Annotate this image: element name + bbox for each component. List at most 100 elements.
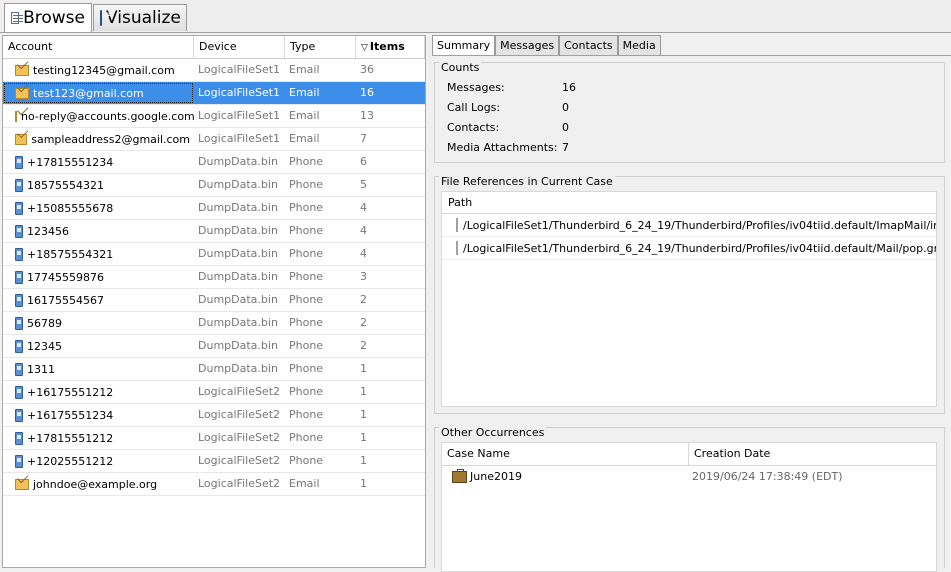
tab-visualize[interactable]: Visualize: [93, 4, 187, 31]
table-row[interactable]: +12025551212 LogicalFileSet2 Phone 1: [3, 450, 425, 473]
phone-icon: [15, 362, 23, 376]
items-cell: 13: [360, 109, 374, 122]
items-cell: 1: [360, 477, 367, 490]
case-creation-date: 2019/06/24 17:38:49 (EDT): [692, 470, 843, 483]
account-cell: 16175554567: [3, 289, 194, 311]
items-cell: 16: [360, 86, 374, 99]
table-row[interactable]: 17745559876 DumpData.bin Phone 3: [3, 266, 425, 289]
account-cell: 56789: [3, 312, 194, 334]
device-cell: LogicalFileSet2: [198, 454, 281, 467]
table-row[interactable]: +17815551234 DumpData.bin Phone 6: [3, 151, 425, 174]
items-cell: 1: [360, 454, 367, 467]
count-media-value: 7: [562, 141, 569, 154]
device-cell: LogicalFileSet1: [198, 86, 281, 99]
sort-descending-icon: ▽: [361, 43, 368, 53]
account-name: 18575554321: [27, 178, 104, 192]
accounts-table: Account Device Type ▽ Items testing12345@…: [2, 35, 426, 568]
account-cell: testing12345@gmail.com: [3, 59, 194, 81]
type-cell: Phone: [289, 247, 324, 260]
detail-tab-bar: Summary Messages Contacts Media: [432, 35, 951, 56]
tab-media[interactable]: Media: [617, 35, 661, 55]
visualize-icon: [100, 9, 112, 26]
table-row[interactable]: 123456 DumpData.bin Phone 4: [3, 220, 425, 243]
table-row[interactable]: +16175551212 LogicalFileSet2 Phone 1: [3, 381, 425, 404]
email-icon: [15, 478, 29, 490]
column-header-device[interactable]: Device: [194, 36, 285, 58]
tab-visualize-label: Visualize: [106, 8, 181, 28]
column-header-items[interactable]: ▽ Items: [356, 36, 425, 58]
column-header-path[interactable]: Path: [442, 192, 936, 214]
count-media-label: Media Attachments:: [447, 141, 558, 154]
tab-messages[interactable]: Messages: [495, 35, 560, 55]
tab-contacts[interactable]: Contacts: [559, 35, 618, 55]
path-row[interactable]: /LogicalFileSet1/Thunderbird_6_24_19/Thu…: [442, 214, 936, 237]
column-header-creation-date[interactable]: Creation Date: [689, 443, 936, 465]
items-cell: 2: [360, 339, 367, 352]
items-cell: 4: [360, 201, 367, 214]
table-row[interactable]: 1311 DumpData.bin Phone 1: [3, 358, 425, 381]
type-cell: Phone: [289, 362, 324, 375]
table-row[interactable]: testing12345@gmail.com LogicalFileSet1 Ema…: [3, 59, 425, 82]
account-cell: test123@gmail.com: [3, 82, 194, 104]
device-cell: DumpData.bin: [198, 339, 278, 352]
account-name: +17815551234: [27, 155, 114, 169]
path-row[interactable]: /LogicalFileSet1/Thunderbird_6_24_19/Thu…: [442, 237, 936, 260]
table-row[interactable]: +17815551212 LogicalFileSet2 Phone 1: [3, 427, 425, 450]
table-row[interactable]: sampleaddress2@gmail.com LogicalFileSet1 E…: [3, 128, 425, 151]
device-cell: LogicalFileSet2: [198, 431, 281, 444]
items-cell: 1: [360, 408, 367, 421]
counts-section: Counts Messages: 16 Call Logs: 0 Contact…: [434, 61, 945, 163]
tab-browse[interactable]: Browse: [4, 3, 92, 32]
type-cell: Email: [289, 477, 320, 490]
account-cell: sampleaddress2@gmail.com: [3, 128, 194, 150]
table-row[interactable]: no-reply@accounts.google.com LogicalFileS…: [3, 105, 425, 128]
column-header-type[interactable]: Type: [285, 36, 356, 58]
count-messages-value: 16: [562, 81, 576, 94]
file-icon: [456, 241, 458, 255]
items-cell: 4: [360, 224, 367, 237]
phone-icon: [15, 431, 23, 445]
account-name: 123456: [27, 224, 69, 238]
account-cell: +18575554321: [3, 243, 194, 265]
type-cell: Phone: [289, 155, 324, 168]
items-cell: 6: [360, 155, 367, 168]
type-cell: Phone: [289, 293, 324, 306]
type-cell: Phone: [289, 178, 324, 191]
device-cell: DumpData.bin: [198, 270, 278, 283]
path-text: /LogicalFileSet1/Thunderbird_6_24_19/Thu…: [463, 218, 936, 232]
type-cell: Phone: [289, 385, 324, 398]
tab-summary[interactable]: Summary: [432, 35, 496, 55]
column-header-case-name[interactable]: Case Name: [442, 443, 689, 465]
device-cell: DumpData.bin: [198, 316, 278, 329]
account-cell: 123456: [3, 220, 194, 242]
table-row[interactable]: 12345 DumpData.bin Phone 2: [3, 335, 425, 358]
account-cell: no-reply@accounts.google.com: [3, 105, 194, 127]
case-row[interactable]: June2019 2019/06/24 17:38:49 (EDT): [442, 466, 936, 488]
phone-icon: [15, 339, 23, 353]
file-references-title: File References in Current Case: [439, 175, 615, 188]
accounts-table-header: Account Device Type ▽ Items: [3, 36, 425, 59]
device-cell: DumpData.bin: [198, 178, 278, 191]
table-row[interactable]: johndoe@example.org LogicalFileSet2 Email 1: [3, 473, 425, 496]
device-cell: DumpData.bin: [198, 362, 278, 375]
account-name: 56789: [27, 316, 62, 330]
account-cell: +16175551212: [3, 381, 194, 403]
items-cell: 2: [360, 316, 367, 329]
device-cell: LogicalFileSet2: [198, 477, 281, 490]
table-row[interactable]: +16175551234 LogicalFileSet2 Phone 1: [3, 404, 425, 427]
top-tab-bar: Browse Visualize: [0, 0, 951, 33]
type-cell: Email: [289, 109, 320, 122]
column-header-account[interactable]: Account: [3, 36, 194, 58]
table-row[interactable]: 16175554567 DumpData.bin Phone 2: [3, 289, 425, 312]
table-row[interactable]: 18575554321 DumpData.bin Phone 5: [3, 174, 425, 197]
table-row[interactable]: test123@gmail.com LogicalFileSet1 Email 16: [3, 82, 425, 105]
count-messages-label: Messages:: [447, 81, 505, 94]
items-cell: 1: [360, 431, 367, 444]
table-row[interactable]: 56789 DumpData.bin Phone 2: [3, 312, 425, 335]
account-name: test123@gmail.com: [33, 86, 144, 100]
items-cell: 2: [360, 293, 367, 306]
table-row[interactable]: +15085555678 DumpData.bin Phone 4: [3, 197, 425, 220]
table-row[interactable]: +18575554321 DumpData.bin Phone 4: [3, 243, 425, 266]
type-cell: Email: [289, 63, 320, 76]
type-cell: Email: [289, 132, 320, 145]
